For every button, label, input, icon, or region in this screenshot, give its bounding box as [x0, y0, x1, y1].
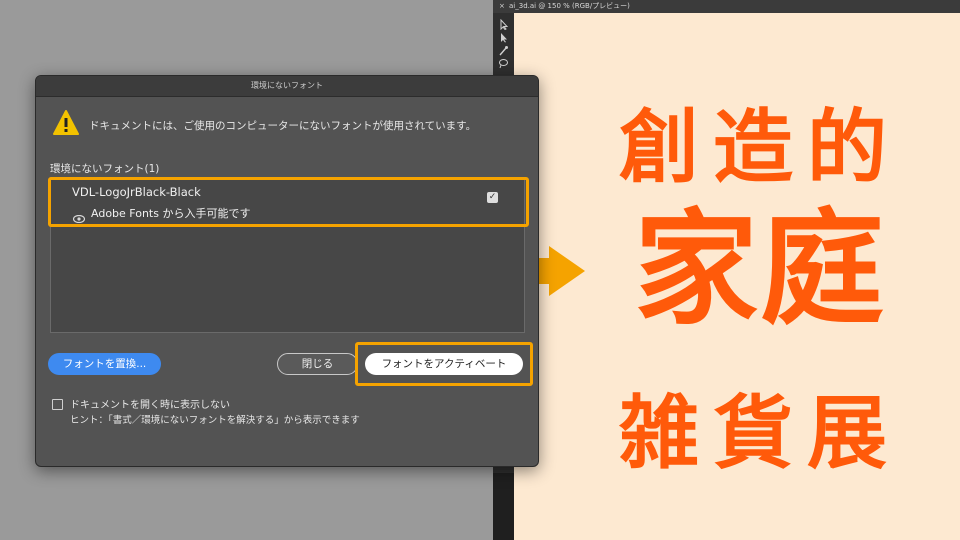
close-button[interactable]: 閉じる [277, 353, 358, 375]
selection-tool-icon[interactable] [498, 18, 509, 31]
artwork-text-line3: 雑貨展 [619, 387, 901, 480]
toolstrip-lower-panel [493, 473, 514, 540]
missing-fonts-list-label: 環境にないフォント(1) [50, 163, 160, 175]
tab-close-button[interactable]: × [499, 0, 505, 13]
direct-selection-tool-icon[interactable] [498, 32, 509, 43]
dialog-title: 環境にないフォント [36, 76, 538, 97]
artwork-text-line2: 家庭 [633, 198, 886, 342]
magic-wand-tool-icon[interactable] [498, 45, 509, 56]
hint-text: ヒント：「書式／環境にないフォントを解決する」から表示できます [70, 415, 360, 426]
document-tab[interactable]: × ai_3d.ai @ 150 % (RGB/プレビュー) [493, 0, 960, 13]
dialog-message: ドキュメントには、ご使用のコンピューターにないフォントが使用されています。 [89, 120, 477, 132]
font-item-highlight [48, 177, 529, 227]
replace-fonts-button[interactable]: フォントを置換... [48, 353, 161, 375]
activate-button-highlight [355, 342, 533, 386]
dont-show-checkbox[interactable] [52, 399, 63, 410]
document-tab-title[interactable]: ai_3d.ai @ 150 % (RGB/プレビュー) [509, 0, 630, 13]
warning-triangle-icon [53, 109, 79, 137]
dont-show-label[interactable]: ドキュメントを開く時に表示しない [70, 396, 230, 411]
artwork-text-line1: 創造的 [619, 101, 901, 194]
lasso-tool-icon[interactable] [498, 58, 509, 69]
missing-fonts-dialog: 環境にないフォント ドキュメントには、ご使用のコンピューターにないフォントが使用… [35, 75, 539, 467]
